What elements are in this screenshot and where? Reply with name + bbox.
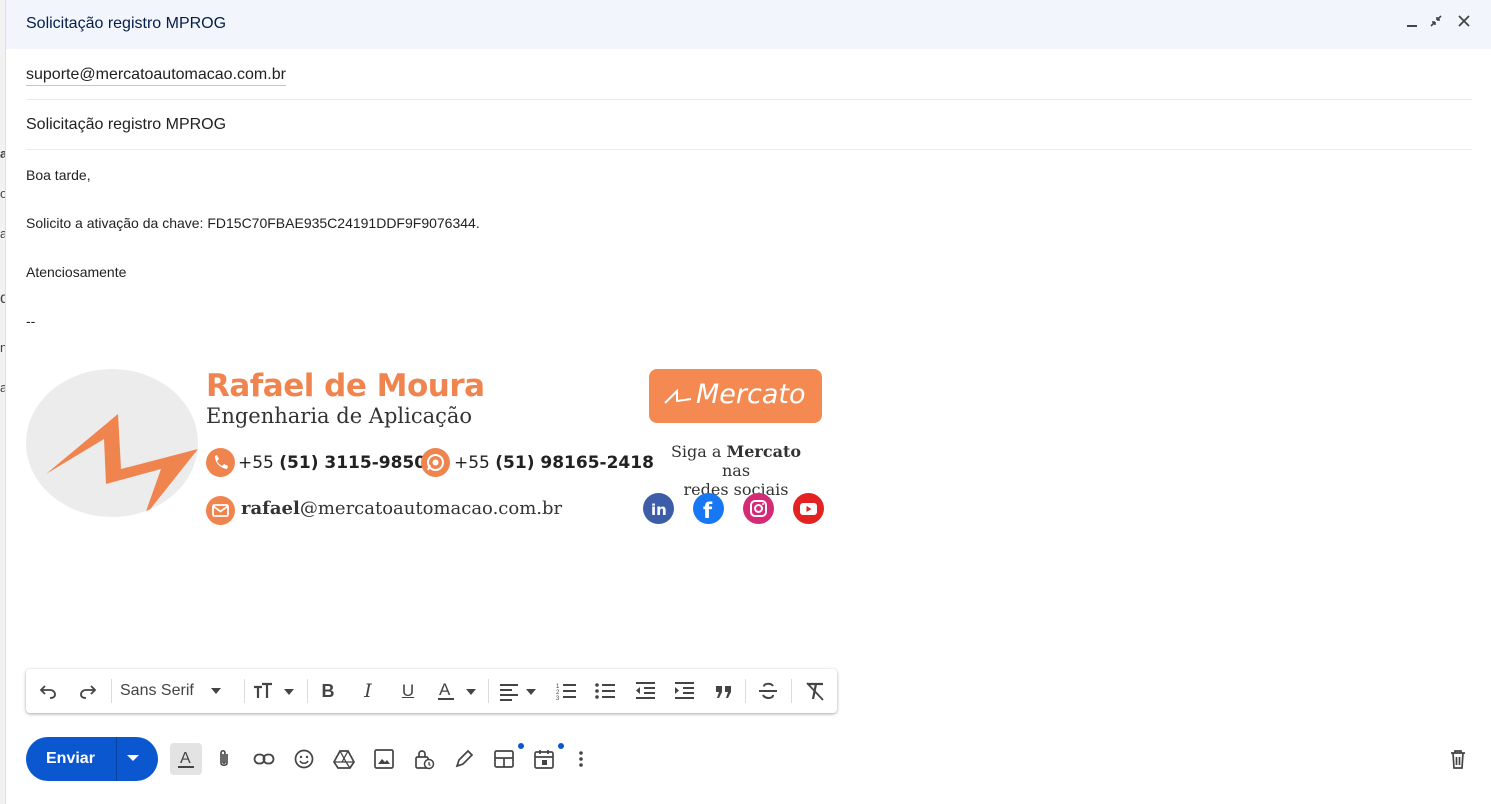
svg-text:A: A (439, 680, 451, 699)
social-follow-text: Siga a Mercato nas redes sociais (656, 442, 816, 499)
font-family-select[interactable]: Sans Serif (120, 679, 240, 703)
signature-separator: -- (26, 313, 36, 329)
email-domain: @mercatoautomacao.com.br (299, 498, 563, 519)
svg-text:in: in (651, 501, 667, 519)
signature-email[interactable]: rafael@mercatoautomacao.com.br (241, 498, 562, 519)
toolbar-divider (791, 679, 792, 703)
svg-text:f: f (703, 499, 713, 523)
signature-logo-circle (26, 369, 198, 517)
font-size-icon[interactable] (252, 679, 298, 703)
signature-phone-1[interactable]: +55 (51) 3115-9850 (238, 453, 426, 473)
exit-fullscreen-icon[interactable] (1426, 14, 1446, 34)
signature-role: Engenharia de Aplicação (206, 404, 473, 428)
phone-2-prefix: +55 (454, 453, 496, 473)
body-line: Solicito a ativação da chave: FD15C70FBA… (26, 215, 480, 231)
email-user: rafael (241, 498, 300, 519)
discard-draft-icon[interactable] (1445, 746, 1471, 772)
subject-field[interactable]: Solicitação registro MPROG (26, 116, 226, 134)
phone-icon (206, 448, 235, 477)
chevron-down-icon (210, 688, 221, 694)
toolbar-divider (307, 679, 308, 703)
toolbar-divider (244, 679, 245, 703)
facebook-icon[interactable]: f (693, 493, 724, 524)
toolbar-divider (111, 679, 112, 703)
google-drive-icon[interactable] (331, 746, 357, 772)
send-button[interactable]: Enviar (26, 737, 158, 781)
italic-icon[interactable]: I (356, 679, 380, 703)
indent-less-icon[interactable] (633, 679, 657, 703)
logo-text: Mercato (696, 379, 806, 410)
compose-titlebar[interactable]: Solicitação registro MPROG (6, 0, 1491, 49)
close-icon[interactable] (1454, 14, 1474, 34)
confidential-mode-icon[interactable] (411, 746, 437, 772)
send-divider (116, 737, 117, 781)
mercato-logo-mark-icon (664, 388, 692, 404)
underline-icon[interactable]: U (396, 679, 420, 703)
redo-icon[interactable] (76, 679, 100, 703)
phone-1-number: (51) 3115-9850 (279, 453, 427, 473)
youtube-icon[interactable] (793, 493, 824, 524)
svg-text:A: A (180, 750, 191, 767)
follow-brand: Mercato (726, 442, 802, 461)
emoji-icon[interactable] (291, 746, 317, 772)
mail-icon (206, 496, 235, 525)
body-greeting: Boa tarde, (26, 167, 91, 183)
signature-pen-icon[interactable] (451, 746, 477, 772)
formatting-toolbar: Sans Serif B I U A 123 (26, 669, 837, 713)
toolbar-divider (488, 679, 489, 703)
attach-file-icon[interactable] (211, 746, 237, 772)
new-feature-dot (558, 743, 564, 749)
numbered-list-icon[interactable]: 123 (554, 679, 578, 703)
bold-icon[interactable]: B (316, 679, 340, 703)
quote-icon[interactable] (712, 679, 736, 703)
minimize-icon[interactable] (1402, 14, 1422, 34)
email-signature: Rafael de Moura Engenharia de Aplicação … (26, 362, 836, 532)
follow-suffix: nas (721, 461, 751, 480)
signature-name: Rafael de Moura (206, 368, 485, 404)
layouts-icon[interactable] (491, 746, 517, 772)
phone-2-number: (51) 98165-2418 (495, 453, 654, 473)
align-icon[interactable] (498, 679, 540, 703)
instagram-icon[interactable] (743, 493, 774, 524)
text-color-icon[interactable]: A (436, 679, 480, 703)
indent-more-icon[interactable] (672, 679, 696, 703)
toolbar-divider (745, 679, 746, 703)
send-label: Enviar (46, 750, 95, 767)
new-feature-dot (518, 743, 524, 749)
insert-photo-icon[interactable] (371, 746, 397, 772)
insert-link-icon[interactable] (251, 746, 277, 772)
more-options-icon[interactable] (573, 746, 589, 772)
strikethrough-icon[interactable] (756, 679, 780, 703)
mercato-logo: Mercato (649, 369, 822, 423)
undo-icon[interactable] (36, 679, 60, 703)
remove-formatting-icon[interactable] (803, 679, 827, 703)
body-closing: Atenciosamente (26, 264, 127, 280)
compose-window: Solicitação registro MPROG suporte@merca… (5, 0, 1491, 804)
recipients-row[interactable]: suporte@mercatoautomacao.com.br (26, 51, 1472, 100)
compose-title: Solicitação registro MPROG (26, 15, 227, 32)
schedule-event-icon[interactable] (531, 746, 557, 772)
bulleted-list-icon[interactable] (593, 679, 617, 703)
phone-1-prefix: +55 (238, 453, 280, 473)
follow-prefix: Siga a (670, 442, 727, 461)
send-options-chevron-icon[interactable] (127, 755, 139, 761)
formatting-options-icon[interactable]: A (170, 743, 202, 775)
font-family-label: Sans Serif (120, 682, 194, 699)
linkedin-icon[interactable]: in (643, 493, 674, 524)
recipient-chip[interactable]: suporte@mercatoautomacao.com.br (26, 66, 286, 86)
mercato-arrow-icon (46, 414, 198, 517)
whatsapp-icon (421, 448, 450, 477)
signature-phone-2[interactable]: +55 (51) 98165-2418 (454, 453, 654, 473)
subject-row[interactable]: Solicitação registro MPROG (26, 101, 1472, 150)
svg-text:3: 3 (556, 696, 560, 701)
